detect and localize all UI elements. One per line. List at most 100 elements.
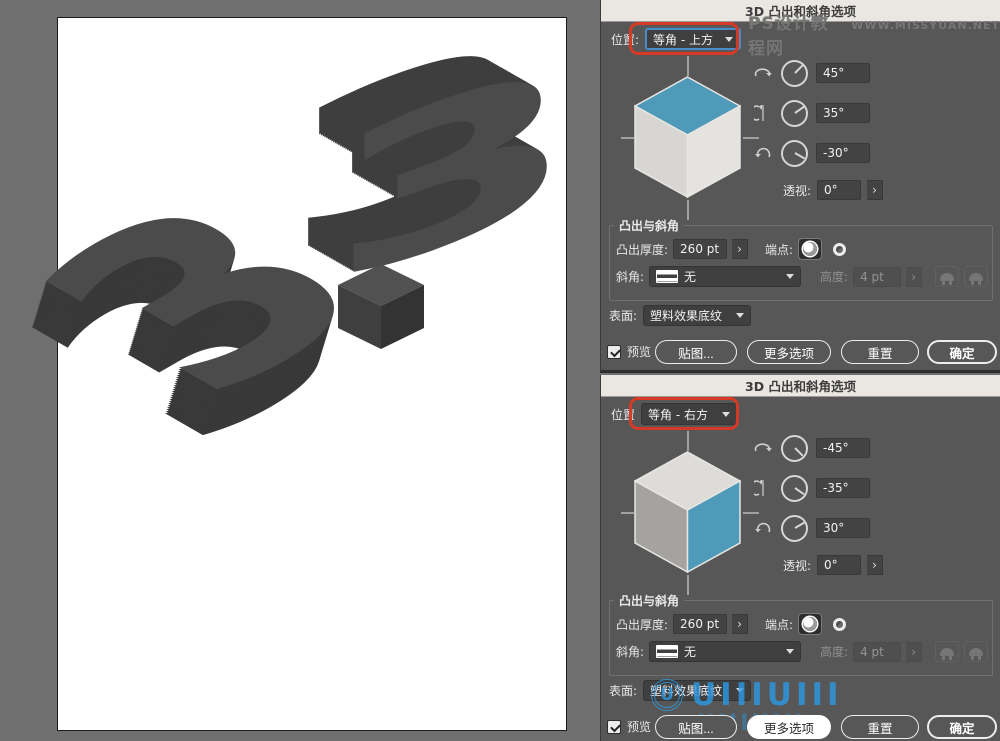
orientation-cube-preview[interactable] [621, 54, 761, 222]
group-title: 凸出与斜角 [614, 592, 684, 609]
dial-needle [794, 522, 805, 529]
dial-needle [794, 152, 805, 159]
rotate-y-input[interactable]: 35° [816, 103, 870, 123]
dial-needle [794, 447, 803, 456]
rotate-x-dial[interactable] [781, 60, 808, 87]
height-input: 4 pt [853, 642, 901, 662]
bevel-extent-out-icon [940, 648, 954, 656]
bevel-value: 无 [684, 268, 696, 285]
orientation-cube[interactable] [634, 76, 741, 198]
rotate-x-input[interactable]: 45° [816, 63, 870, 83]
cap-solid-button[interactable] [798, 613, 822, 635]
axis-line [687, 575, 689, 595]
cap-hollow-button[interactable] [827, 613, 851, 635]
cap-hollow-icon [833, 618, 846, 631]
chevron-down-icon [786, 274, 794, 279]
orientation-cube[interactable] [634, 451, 741, 573]
watermark-uiiiuiii: U UIIIUIII [651, 677, 843, 713]
rotate-y-dial[interactable] [781, 475, 808, 502]
bevel-select[interactable]: 无 [649, 641, 801, 662]
extrude-bevel-group: 凸出与斜角 凸出厚度: 260 pt 端点: 斜角: 无 高度: 4 pt [609, 600, 993, 676]
bevel-extent-in-icon [969, 273, 983, 281]
watermark-site-name: PS设计教程网 [748, 9, 843, 59]
dialog-3d-extrude-bevel-right: 3D 凸出和斜角选项 位置 等角 - 右方 [600, 375, 1000, 741]
ok-button[interactable]: 确定 [927, 715, 997, 739]
orientation-cube-preview[interactable] [621, 429, 761, 597]
bevel-extent-in-button [964, 641, 988, 662]
bevel-extent-out-button [935, 641, 959, 662]
caps-label: 端点: [765, 616, 793, 633]
surface-select[interactable]: 塑料效果底纹 [643, 305, 751, 326]
chevron-down-icon [736, 313, 744, 318]
rotate-y-dial[interactable] [781, 100, 808, 127]
bevel-label: 斜角: [616, 643, 644, 660]
axis-line [687, 431, 689, 451]
height-label: 高度: [820, 268, 848, 285]
map-art-button[interactable]: 贴图... [655, 715, 737, 739]
group-title: 凸出与斜角 [614, 217, 684, 234]
map-art-button[interactable]: 贴图... [655, 340, 737, 364]
cap-hollow-icon [833, 243, 846, 256]
rotate-z-input[interactable]: 30° [816, 518, 870, 538]
bevel-select[interactable]: 无 [649, 266, 801, 287]
depth-label: 凸出厚度: [616, 241, 668, 258]
bevel-none-icon [656, 270, 678, 283]
bevel-extent-in-icon [969, 648, 983, 656]
rotate-y-axis-icon [753, 480, 773, 496]
rotate-x-axis-icon [753, 440, 773, 456]
watermark-missyuan: PS设计教程网 WWW.MISSYUAN.NET [748, 9, 1000, 59]
reset-button[interactable]: 重置 [841, 715, 919, 739]
rotate-z-input[interactable]: -30° [816, 143, 870, 163]
perspective-stepper[interactable] [867, 555, 883, 575]
extruded-period-cube[interactable] [337, 262, 425, 350]
bevel-extent-in-button [964, 266, 988, 287]
height-stepper [906, 267, 922, 287]
dial-needle [794, 106, 804, 114]
perspective-input[interactable]: 0° [817, 180, 861, 200]
height-input: 4 pt [853, 267, 901, 287]
more-options-button[interactable]: 更多选项 [747, 340, 831, 364]
preview-label: 预览 [627, 718, 651, 735]
rotate-x-axis-icon [753, 65, 773, 81]
extrude-bevel-group: 凸出与斜角 凸出厚度: 260 pt 端点: 斜角: 无 高度: 4 pt [609, 225, 993, 301]
bevel-extent-out-button [935, 266, 959, 287]
perspective-label: 透视: [783, 182, 811, 199]
depth-label: 凸出厚度: [616, 616, 668, 633]
preview-label: 预览 [627, 343, 651, 360]
reset-button[interactable]: 重置 [841, 340, 919, 364]
depth-stepper[interactable] [732, 239, 748, 259]
rotate-y-input[interactable]: -35° [816, 478, 870, 498]
rotate-z-dial[interactable] [781, 515, 808, 542]
perspective-stepper[interactable] [867, 180, 883, 200]
watermark-url: WWW.MISSYUAN.NET [851, 19, 1000, 32]
axis-line [687, 200, 689, 220]
rotate-z-dial[interactable] [781, 140, 808, 167]
chevron-down-icon [786, 649, 794, 654]
cap-solid-icon [803, 617, 817, 631]
bevel-label: 斜角: [616, 268, 644, 285]
preview-checkbox[interactable] [607, 720, 621, 734]
cap-hollow-button[interactable] [827, 238, 851, 260]
preview-checkbox[interactable] [607, 345, 621, 359]
rotate-y-axis-icon [753, 105, 773, 121]
dialog-titlebar[interactable]: 3D 凸出和斜角选项 [601, 375, 1000, 397]
depth-input[interactable]: 260 pt [673, 239, 727, 259]
ok-button[interactable]: 确定 [927, 340, 997, 364]
dial-needle [794, 487, 804, 495]
bevel-value: 无 [684, 643, 696, 660]
cap-solid-button[interactable] [798, 238, 822, 260]
cap-solid-icon [803, 242, 817, 256]
more-options-button[interactable]: 更多选项 [747, 715, 831, 739]
dialog-title: 3D 凸出和斜角选项 [745, 376, 856, 395]
u-circle-logo-icon: U [651, 679, 683, 711]
depth-input[interactable]: 260 pt [673, 614, 727, 634]
bevel-none-icon [656, 645, 678, 658]
rotate-z-axis-icon [753, 520, 773, 536]
rotate-x-dial[interactable] [781, 435, 808, 462]
rotate-x-input[interactable]: -45° [816, 438, 870, 458]
depth-stepper[interactable] [732, 614, 748, 634]
perspective-input[interactable]: 0° [817, 555, 861, 575]
perspective-label: 透视: [783, 557, 811, 574]
dial-needle [794, 65, 803, 74]
annotation-highlight-box [629, 22, 739, 55]
